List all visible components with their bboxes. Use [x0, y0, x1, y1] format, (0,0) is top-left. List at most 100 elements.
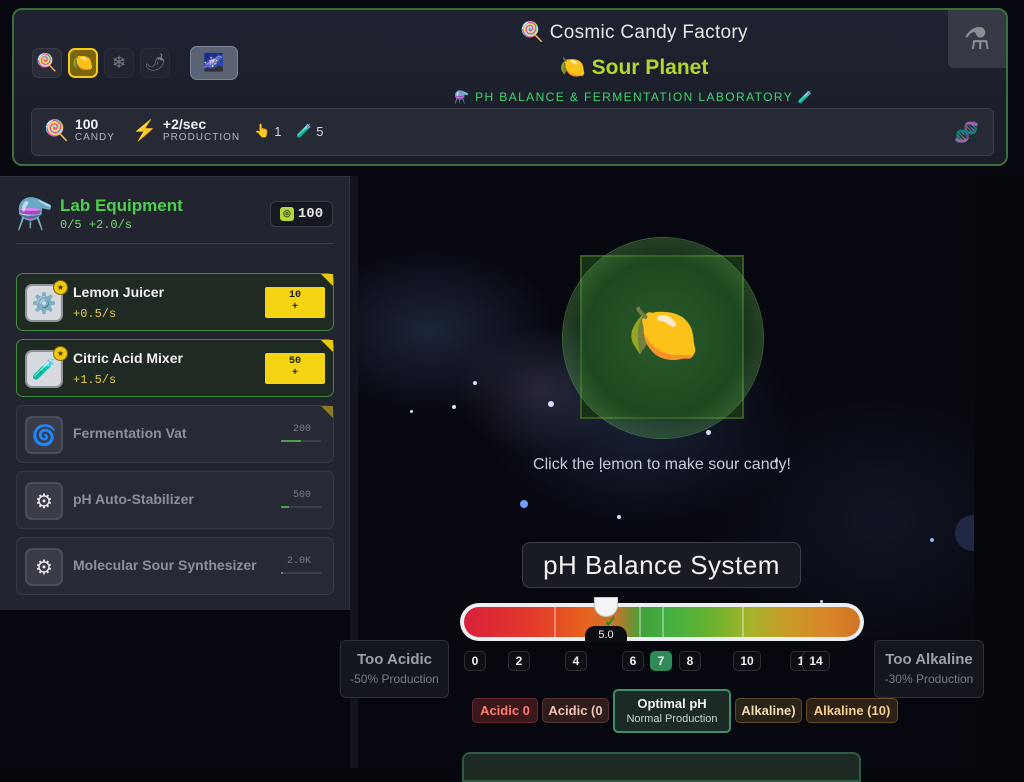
ph-tick: 2	[508, 651, 530, 671]
star	[548, 401, 554, 407]
equipment-ph-auto-stabilizer[interactable]: ⚙ pH Auto-Stabilizer 500	[16, 471, 334, 529]
zone-alkaline-strong: Alkaline (10)	[806, 698, 898, 723]
star	[452, 405, 456, 409]
lab-subtitle: 0/5 +2.0/s	[60, 218, 133, 232]
equipment-cost: 2.0K	[286, 556, 311, 567]
galaxy-button[interactable]: 🌌	[190, 46, 238, 80]
ph-tick: 6	[622, 651, 644, 671]
ph-current-value: 5.0	[585, 626, 627, 642]
star	[410, 410, 413, 413]
ph-tick: 14	[802, 651, 830, 671]
too-acidic-box: Too Acidic -50% Production	[340, 640, 449, 698]
equipment-citric-acid-mixer[interactable]: 🧪 ★ Citric Acid Mixer +1.5/s 50 +	[16, 339, 334, 397]
equipment-molecular-sour-synthesizer[interactable]: ⚙ Molecular Sour Synthesizer 2.0K	[16, 537, 334, 595]
flask-icon: ⚗️	[16, 198, 54, 231]
gear-icon: ⚙	[25, 548, 63, 586]
production-value: +2/sec	[162, 116, 207, 132]
divider	[16, 243, 334, 244]
zone-acidic: Acidic (0	[542, 698, 609, 723]
coin-icon: ◎	[279, 207, 294, 221]
corner-flag	[321, 406, 333, 418]
gear-icon: ⚙	[25, 482, 63, 520]
candy-stat: 🍭 100 CANDY	[44, 116, 115, 144]
lab-equipment-panel: ⚗️ Lab Equipment 0/5 +2.0/s ◎ 100 ⚙️ ★ L…	[0, 176, 350, 610]
star	[617, 515, 621, 519]
planet-button-lollipop[interactable]: 🍭	[32, 48, 62, 78]
planet-button-spicy[interactable]: 🌶	[140, 48, 170, 78]
pointer-icon: 👆	[254, 123, 271, 138]
equipment-cost: 500	[292, 490, 311, 501]
star-badge-icon: ★	[53, 346, 68, 361]
equipment-name: Lemon Juicer	[73, 284, 165, 300]
header-panel: 🍭 🍋 ❄ 🌶 🌌 🍭 Cosmic Candy Factory 🍋 Sour …	[12, 8, 1008, 166]
ph-bar	[460, 603, 864, 641]
ph-stripe	[742, 607, 744, 637]
equipment-lemon-juicer[interactable]: ⚙️ ★ Lemon Juicer +0.5/s 10 +	[16, 273, 334, 331]
planet-button-sour[interactable]: 🍋	[68, 48, 98, 78]
ph-tick: 10	[733, 651, 761, 671]
stats-bar: 🍭 100 CANDY ⚡ +2/sec PRODUCTION 👆 1 🧪 5 …	[31, 108, 994, 156]
star	[706, 430, 711, 435]
star	[930, 538, 934, 542]
lemon-icon: 🍋	[72, 53, 94, 72]
ph-stripe	[554, 607, 556, 637]
planet-selector: 🍭 🍋 ❄ 🌶 🌌	[32, 46, 238, 80]
star	[473, 381, 477, 385]
vortex-icon: 🌀	[25, 416, 63, 454]
lollipop-icon: 🍭	[520, 22, 545, 43]
star-badge-icon: ★	[53, 280, 68, 295]
galaxy-icon: 🌌	[203, 53, 225, 72]
equipment-name: pH Auto-Stabilizer	[73, 491, 194, 507]
candy-label: CANDY	[74, 132, 115, 143]
bottom-panel	[462, 752, 861, 782]
ph-gradient	[464, 607, 860, 637]
too-alkaline-box: Too Alkaline -30% Production	[874, 640, 984, 698]
cost-progress	[281, 440, 321, 442]
test-count: 5	[316, 123, 324, 139]
planet-title: 🍋 Sour Planet	[559, 56, 709, 79]
lab-subtitle: ⚗️ PH BALANCE & FERMENTATION LABORATORY …	[454, 90, 814, 104]
equipment-name: Citric Acid Mixer	[73, 350, 183, 366]
star	[520, 500, 528, 508]
zone-optimal: Optimal pH Normal Production	[613, 689, 731, 733]
lollipop-icon: 🍭	[36, 53, 58, 72]
zone-acidic-strong: Acidic 0	[472, 698, 538, 723]
lab-title: Lab Equipment	[60, 196, 183, 215]
cost-progress-fill	[281, 506, 289, 508]
production-stat: ⚡ +2/sec PRODUCTION	[132, 116, 241, 144]
lemon-icon[interactable]: 🍋	[627, 300, 699, 368]
flask-icon: ⚗️	[454, 90, 471, 104]
equipment-name: Molecular Sour Synthesizer	[73, 557, 257, 573]
equipment-rate: +0.5/s	[73, 307, 117, 321]
ph-tick: 0	[464, 651, 486, 671]
equipment-cost: 200	[292, 424, 311, 435]
cost-progress	[281, 506, 321, 508]
test-tube-icon: 🧪	[797, 90, 814, 104]
app-title: 🍭 Cosmic Candy Factory	[520, 22, 748, 43]
lollipop-icon: 🍭	[44, 119, 69, 142]
click-stat: 👆 1	[254, 123, 281, 139]
production-label: PRODUCTION	[162, 132, 241, 143]
click-count: 1	[274, 123, 282, 139]
lemon-icon: 🍋	[559, 56, 586, 79]
dna-icon[interactable]: 🧬	[954, 120, 979, 145]
buy-button[interactable]: 50 +	[265, 353, 325, 384]
snowflake-icon: ❄	[111, 53, 127, 72]
cost-progress-fill	[281, 572, 283, 574]
flask-corner-icon: ⚗	[948, 10, 1006, 68]
equipment-fermentation-vat[interactable]: 🌀 Fermentation Vat 200	[16, 405, 334, 463]
chili-icon: 🌶	[144, 53, 166, 72]
title-area: 🍭 Cosmic Candy Factory 🍋 Sour Planet ⚗️ …	[424, 20, 844, 104]
click-hint: Click the lemon to make sour candy!	[533, 456, 791, 473]
zone-alkaline: Alkaline)	[735, 698, 802, 723]
test-tube-icon: 🧪	[296, 123, 313, 138]
buy-button[interactable]: 10 +	[265, 287, 325, 318]
candy-value: 100	[74, 116, 99, 132]
ph-tick-active: 7	[650, 651, 672, 671]
planet-button-ice[interactable]: ❄	[104, 48, 134, 78]
corner-flag	[321, 340, 333, 352]
coin-value: 100	[297, 206, 324, 222]
corner-flag	[321, 274, 333, 286]
test-stat: 🧪 5	[296, 123, 323, 139]
equipment-name: Fermentation Vat	[73, 425, 187, 441]
